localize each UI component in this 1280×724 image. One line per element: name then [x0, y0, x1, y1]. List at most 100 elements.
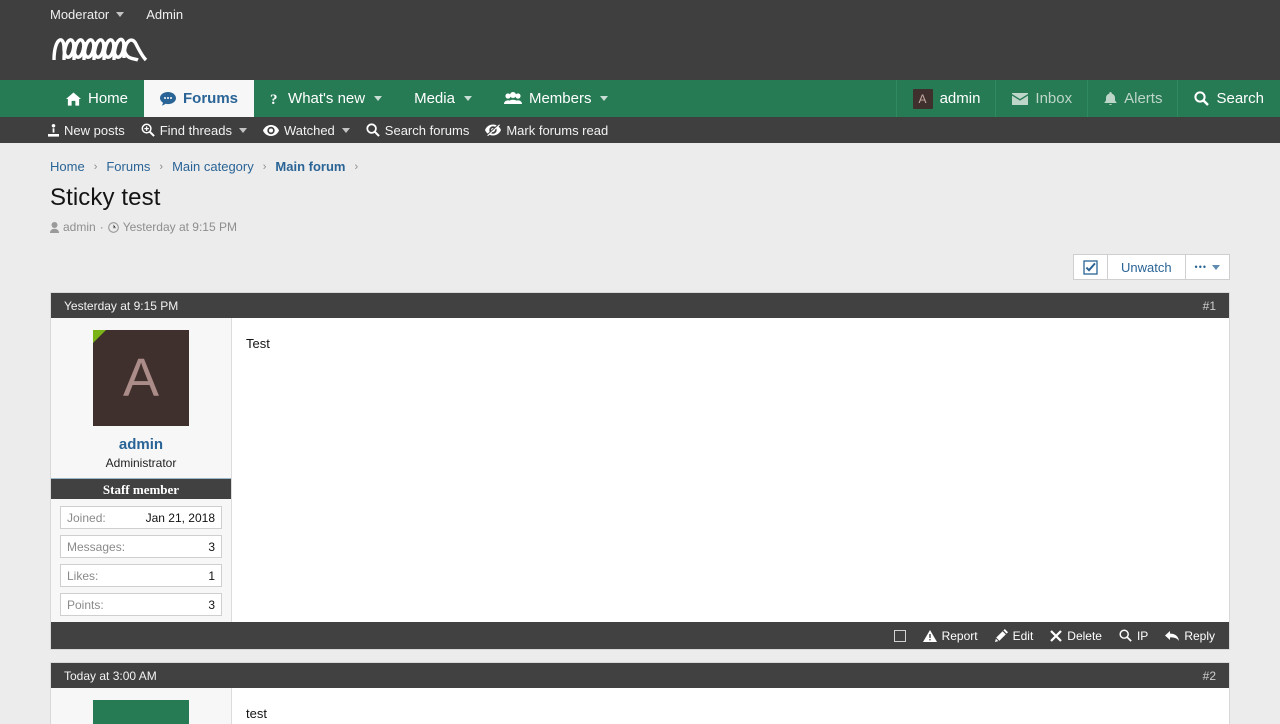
search-icon — [1194, 91, 1210, 106]
search-icon — [1119, 629, 1132, 642]
subnav-search-forums[interactable]: Search forums — [366, 122, 470, 138]
stat-value: Jan 21, 2018 — [145, 510, 215, 525]
footer-label: IP — [1136, 628, 1149, 643]
breadcrumb-item-forums[interactable]: Forums — [106, 159, 150, 174]
post-username[interactable]: admin — [51, 436, 231, 453]
breadcrumb-separator: › — [159, 160, 164, 173]
avatar-icon: A — [912, 88, 933, 109]
members-icon — [503, 92, 522, 105]
stat-row-points: Points: 3 — [60, 593, 222, 616]
nav-item-account[interactable]: A admin — [897, 80, 997, 117]
unwatch-button[interactable]: Unwatch — [1106, 254, 1186, 280]
ip-button[interactable]: IP — [1119, 629, 1148, 643]
more-options-button[interactable]: ••• — [1184, 254, 1230, 280]
stat-row-likes: Likes: 1 — [60, 564, 222, 587]
nav-label: admin — [939, 90, 981, 107]
post-date[interactable]: Today at 3:00 AM — [64, 669, 157, 683]
nav-label: Media — [414, 90, 455, 107]
user-icon — [50, 221, 59, 233]
thread-date[interactable]: Yesterday at 9:15 PM — [123, 220, 237, 234]
home-icon — [66, 91, 81, 106]
nav-item-home[interactable]: Home — [50, 80, 144, 117]
subnav-label: Watched — [283, 122, 335, 138]
comment-icon — [160, 91, 177, 106]
footer-label: Delete — [1067, 628, 1102, 643]
stat-row-messages: Messages: 3 — [60, 535, 222, 558]
thread-action-group: Unwatch ••• — [1072, 254, 1230, 280]
avatar[interactable] — [93, 700, 189, 724]
post-header: Yesterday at 9:15 PM #1 — [51, 293, 1229, 318]
search-icon — [366, 123, 380, 137]
stat-value: 3 — [208, 597, 215, 612]
site-header: Moderator Admin — [0, 0, 1280, 80]
site-logo[interactable] — [0, 30, 1280, 64]
stat-label: Messages: — [67, 539, 126, 554]
nav-item-members[interactable]: Members — [488, 80, 625, 117]
thread-actions: Unwatch ••• — [50, 254, 1230, 280]
thread-meta: admin · Yesterday at 9:15 PM — [50, 220, 1230, 234]
delete-button[interactable]: Delete — [1050, 629, 1102, 643]
breadcrumb-separator: › — [93, 160, 98, 173]
breadcrumb-item-main-category[interactable]: Main category — [172, 159, 254, 174]
subnav-find-threads[interactable]: Find threads — [141, 123, 247, 138]
thread-author[interactable]: admin — [63, 220, 96, 234]
bell-icon — [1104, 91, 1117, 106]
nav-label: What's new — [288, 90, 366, 107]
stat-label: Points: — [67, 597, 104, 612]
nav-item-whats-new[interactable]: ? What's new — [254, 80, 398, 117]
post-user-info: A admin Administrator Staff member Joine… — [51, 318, 232, 622]
subnav-new-posts[interactable]: New posts — [48, 123, 125, 138]
eye-icon — [262, 124, 279, 136]
subnav-label: Mark forums read — [506, 122, 609, 138]
chevron-down-icon — [238, 127, 247, 133]
footer-label: Reply — [1184, 628, 1215, 643]
warning-icon — [922, 629, 937, 642]
avatar-letter: A — [122, 348, 160, 408]
post-body: A admin Administrator Staff member Joine… — [51, 318, 1229, 622]
subnav-label: Find threads — [159, 122, 232, 138]
thread-meta-separator: · — [99, 220, 104, 234]
nav-label: Home — [88, 90, 129, 107]
watch-toggle-button[interactable] — [1072, 254, 1108, 280]
account-navigation: A admin Inbox Alerts Search — [897, 80, 1280, 117]
post-message: test — [232, 688, 1229, 724]
nav-item-media[interactable]: Media — [398, 80, 488, 117]
post-date[interactable]: Yesterday at 9:15 PM — [64, 299, 178, 313]
clock-icon — [107, 221, 119, 233]
subnav-watched[interactable]: Watched — [262, 122, 350, 138]
edit-button[interactable]: Edit — [994, 629, 1033, 643]
subnav-mark-forums-read[interactable]: Mark forums read — [485, 123, 608, 138]
chevron-down-icon — [600, 96, 609, 101]
main-content: Home › Forums › Main category › Main for… — [0, 143, 1280, 724]
subnav-label: Search forums — [384, 122, 470, 138]
moderator-label: Moderator — [50, 7, 110, 22]
nav-label: Forums — [183, 90, 239, 107]
post-number[interactable]: #1 — [1203, 299, 1216, 313]
post-select-checkbox[interactable] — [893, 629, 906, 642]
post-user-title: Administrator — [105, 456, 177, 470]
reply-button[interactable]: Reply — [1165, 629, 1215, 643]
report-button[interactable]: Report — [922, 628, 978, 643]
nav-item-inbox[interactable]: Inbox — [996, 80, 1088, 117]
breadcrumb: Home › Forums › Main category › Main for… — [50, 143, 1230, 174]
breadcrumb-item-main-forum[interactable]: Main forum — [275, 159, 345, 174]
admin-link[interactable]: Admin — [146, 7, 183, 22]
stat-label: Likes: — [67, 568, 99, 583]
nav-item-search[interactable]: Search — [1178, 80, 1280, 117]
secondary-navigation: New posts Find threads Watched Search fo… — [0, 117, 1280, 143]
checked-box-icon — [1083, 259, 1098, 275]
footer-label: Report — [941, 628, 978, 643]
stat-row-joined: Joined: Jan 21, 2018 — [60, 506, 222, 529]
breadcrumb-separator: › — [262, 160, 267, 173]
find-threads-icon — [141, 123, 155, 137]
chevron-down-icon — [463, 96, 472, 101]
post-body: test — [51, 688, 1229, 724]
moderator-menu[interactable]: Moderator — [50, 7, 125, 22]
breadcrumb-item-home[interactable]: Home — [50, 159, 85, 174]
nav-item-alerts[interactable]: Alerts — [1088, 80, 1178, 117]
post-number[interactable]: #2 — [1203, 669, 1216, 683]
post-2: Today at 3:00 AM #2 test — [50, 662, 1230, 724]
post-header: Today at 3:00 AM #2 — [51, 663, 1229, 688]
avatar[interactable]: A — [93, 330, 189, 426]
nav-item-forums[interactable]: Forums — [144, 80, 255, 117]
